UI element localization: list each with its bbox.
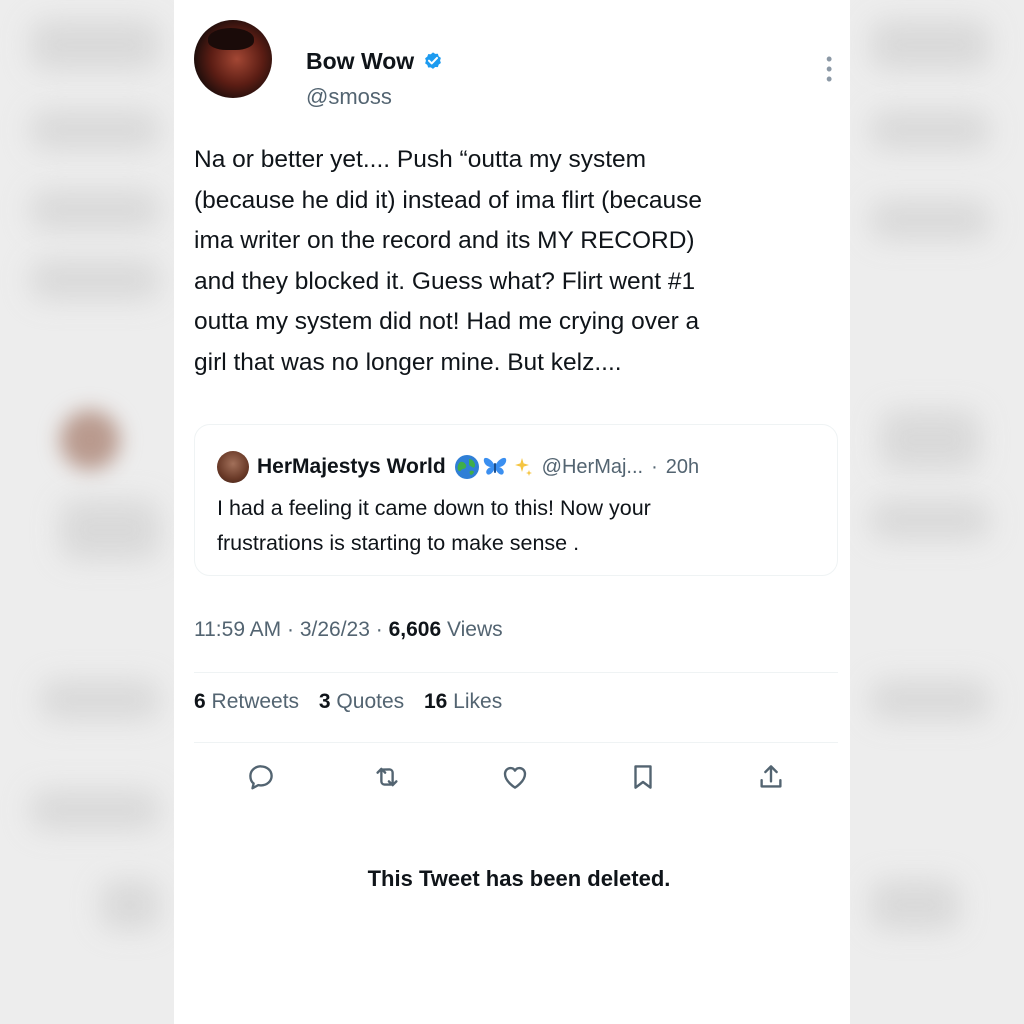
- tweet-text-line: (because he did it) instead of ima flirt…: [194, 186, 702, 214]
- reply-icon: [249, 765, 273, 790]
- blurred-shape: [30, 260, 160, 300]
- blurred-shape: [870, 200, 990, 240]
- tweet-card: Bow Wow @smoss • • • Na or better yet...…: [174, 0, 850, 1024]
- blurred-shape: [880, 410, 980, 470]
- likes-label: Likes: [447, 690, 503, 713]
- blurred-shape: [870, 110, 990, 150]
- divider: [194, 742, 838, 743]
- quoted-tweet-header: HerMajestys World @HerMaj... · 20h: [217, 451, 699, 483]
- retweet-button[interactable]: [366, 756, 408, 798]
- blurred-shape: [30, 20, 160, 70]
- tweet-text-line: outta my system did not! Had me crying o…: [194, 308, 700, 335]
- retweets-count: 6: [194, 690, 206, 713]
- tweet-header: Bow Wow @smoss • • •: [194, 20, 834, 109]
- share-icon: [760, 765, 782, 788]
- tweet-text-line: and they blocked it. Guess what? Flirt w…: [194, 267, 696, 295]
- blurred-shape: [40, 680, 160, 720]
- tweet-stats: 6 Retweets 3 Quotes 16 Likes: [194, 690, 516, 714]
- tweet-text-line: Na or better yet.... Push “outta my syst…: [194, 146, 647, 173]
- quoted-tweet[interactable]: HerMajestys World @HerMaj... · 20h I had…: [194, 424, 838, 576]
- blurred-shape: [870, 880, 960, 930]
- quotes-label: Quotes: [330, 690, 405, 713]
- author-avatar[interactable]: [194, 20, 272, 98]
- retweets-stat[interactable]: 6 Retweets: [194, 690, 299, 713]
- like-icon: [503, 766, 527, 789]
- tweet-text: Na or better yet.... Push “outta my syst…: [194, 140, 834, 383]
- views-count: 6,606: [388, 618, 442, 641]
- quotes-stat[interactable]: 3 Quotes: [319, 690, 404, 713]
- butterfly-icon: [483, 457, 506, 475]
- quoted-author-avatar: [217, 451, 249, 483]
- likes-stat[interactable]: 16 Likes: [424, 690, 502, 713]
- author-display-name[interactable]: Bow Wow: [306, 48, 414, 75]
- share-button[interactable]: [750, 756, 792, 798]
- blurred-shape: [30, 190, 160, 230]
- blurred-shape: [870, 500, 990, 540]
- author-name-row: Bow Wow: [306, 48, 444, 75]
- likes-count: 16: [423, 690, 448, 713]
- author-handle[interactable]: @smoss: [306, 84, 392, 110]
- tweet-meta: 11:59 AM · 3/26/23 · 6,606 Views: [194, 618, 503, 642]
- blurred-shape: [870, 680, 990, 720]
- quoted-time: 20h: [665, 455, 700, 478]
- bookmark-button[interactable]: [622, 756, 664, 798]
- tweet-text-line: ima writer on the record and its MY RECO…: [194, 227, 695, 254]
- quoted-text-line: I had a feeling it came down to this! No…: [217, 496, 651, 520]
- quoted-author-name: HerMajestys World: [257, 455, 446, 478]
- more-options-icon[interactable]: • • •: [826, 50, 834, 88]
- blurred-shape: [60, 410, 120, 470]
- tweet-text-line: girl that was no longer mine. But kelz..…: [194, 348, 622, 376]
- quoted-tweet-text: I had a feeling it came down to this! No…: [217, 491, 817, 561]
- bookmark-icon: [634, 765, 652, 789]
- quoted-separator: ·: [651, 455, 658, 478]
- sparkles-icon: [514, 458, 532, 476]
- meta-separator: ·: [281, 618, 300, 641]
- retweets-label: Retweets: [205, 690, 300, 713]
- quoted-author-emojis: [454, 454, 534, 480]
- tweet-time[interactable]: 11:59 AM: [194, 618, 281, 641]
- action-bar: [174, 756, 850, 806]
- divider: [194, 672, 838, 673]
- blurred-shape: [30, 790, 160, 830]
- like-button[interactable]: [494, 756, 536, 798]
- quoted-text-line: frustrations is starting to make sense .: [217, 531, 580, 555]
- reply-button[interactable]: [240, 756, 282, 798]
- quotes-count: 3: [318, 690, 331, 713]
- views-label: Views: [441, 618, 503, 641]
- meta-separator: ·: [369, 618, 389, 641]
- deleted-notice: This Tweet has been deleted.: [367, 866, 671, 891]
- blurred-shape: [60, 500, 160, 560]
- blurred-shape: [100, 880, 160, 930]
- verified-badge-icon: [425, 51, 442, 69]
- quoted-author-handle: @HerMaj...: [541, 455, 644, 478]
- blurred-shape: [30, 110, 160, 150]
- tweet-date[interactable]: 3/26/23: [300, 618, 370, 641]
- retweet-icon: [376, 767, 398, 787]
- globe-icon: [454, 455, 479, 479]
- blurred-shape: [870, 20, 990, 70]
